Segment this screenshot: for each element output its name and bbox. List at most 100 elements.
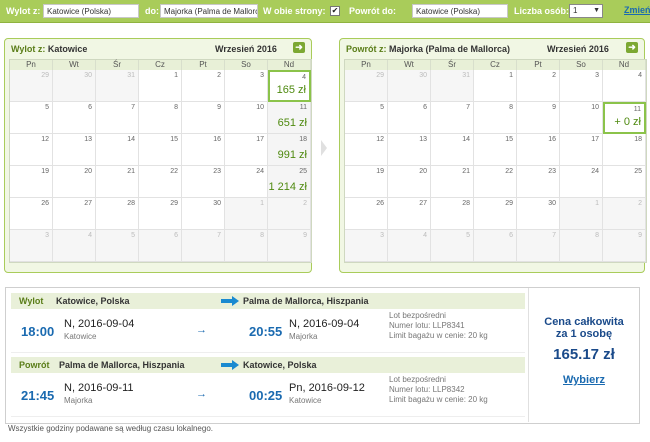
return-label: Powrót do: [349,6,396,16]
weekday-header: Wt [53,60,96,70]
persons-label: Liczba osób: [514,6,570,16]
from-input[interactable]: Katowice (Polska) [43,4,139,18]
day-number: 26 [376,200,384,207]
calendar-day: 17 [560,134,603,166]
calendar-day: 3 [560,70,603,102]
day-number: 7 [131,104,135,111]
calendar-day: 14 [96,134,139,166]
calendar-day: 6 [53,102,96,134]
next-month-arrow-icon[interactable]: ➜ [293,42,305,53]
calendar-day: 9 [182,102,225,134]
day-number: 4 [423,232,427,239]
day-number: 4 [88,232,92,239]
return-arrival-city: Katowice [289,396,322,405]
return-arrival-time: 00:25 [249,388,283,403]
day-number: 9 [303,232,307,239]
calendar-day: 30 [517,198,560,230]
calendar-day-priced[interactable]: 25 1 214 zł [268,166,311,198]
day-number: 12 [41,136,49,143]
choose-button[interactable]: Wybierz [529,374,639,386]
calendar-day: 7 [182,230,225,262]
calendar-day: 3 [10,230,53,262]
day-number: 31 [462,72,470,79]
weekday-header: So [560,60,603,70]
outbound-departure-city: Katowice [64,332,97,341]
calendar-day: 28 [96,198,139,230]
return-departure-date: N, 2016-09-11 [64,382,134,394]
day-number: 27 [419,200,427,207]
day-number: 8 [595,232,599,239]
calendar-day-priced[interactable]: 11 + 0 zł [603,102,646,134]
calendar-day: 16 [517,134,560,166]
day-number: 21 [462,168,470,175]
calendar-day-priced[interactable]: 11 651 zł [268,102,311,134]
calendar-day: 1 [474,70,517,102]
day-number: 2 [303,200,307,207]
calendar-day: 1 [560,198,603,230]
calendar-day: 18 [603,134,646,166]
calendar-day: 28 [431,198,474,230]
calendar-day: 26 [10,198,53,230]
arrow-right-icon: → [196,324,207,336]
day-number: 15 [505,136,513,143]
day-number: 29 [170,200,178,207]
calendar-day: 1 [225,198,268,230]
day-number: 1 [260,200,264,207]
day-price: 165 zł [276,84,306,96]
outbound-leg-details: 18:00 N, 2016-09-04 Katowice → 20:55 N, … [11,310,525,353]
return-input[interactable]: Katowice (Polska) [412,4,508,18]
change-link[interactable]: Zmień [624,5,650,15]
outbound-leg-label: Wylot [19,296,44,306]
return-title-prefix: Powrót z: [346,44,387,54]
calendar-day: 13 [53,134,96,166]
day-number: 3 [595,72,599,79]
day-number: 2 [217,72,221,79]
separator-arrow-icon [321,140,327,156]
calendar-day: 8 [139,102,182,134]
calendar-day: 5 [10,102,53,134]
outbound-direct-flight: Lot bezpośredni [389,311,446,320]
day-number: 2 [638,200,642,207]
to-input[interactable]: Majorka (Palma de Mallorca [160,4,258,18]
calendar-day: 10 [225,102,268,134]
day-number: 9 [552,104,556,111]
day-number: 12 [376,136,384,143]
calendar-day: 12 [10,134,53,166]
calendar-day: 6 [388,102,431,134]
day-number: 9 [638,232,642,239]
both-ways-label: W obie strony: [263,6,326,16]
outbound-month: Wrzesień 2016 [215,44,277,54]
outbound-calendar-title: Wylot z: Katowice [11,44,87,54]
weekday-header: Nd [603,60,646,70]
calendar-day: 12 [345,134,388,166]
weekday-header: Cz [139,60,182,70]
next-month-arrow-icon[interactable]: ➜ [626,42,638,53]
calendar-day: 5 [345,102,388,134]
day-number: 20 [84,168,92,175]
calendar-day: 6 [139,230,182,262]
day-number: 18 [299,136,307,143]
day-number: 3 [380,232,384,239]
calendar-day: 2 [603,198,646,230]
day-number: 28 [127,200,135,207]
outbound-arrival-date: N, 2016-09-04 [289,318,360,330]
persons-select[interactable]: 1 ▼ [569,4,603,18]
calendar-day: 4 [53,230,96,262]
day-number: 13 [84,136,92,143]
calendar-day-priced[interactable]: 18 991 zł [268,134,311,166]
both-ways-checkbox[interactable]: ✔ [330,6,340,16]
total-price-label-line1: Cena całkowita [544,316,624,328]
calendar-day: 29 [139,198,182,230]
day-number: 21 [127,168,135,175]
chevron-down-icon: ▼ [593,7,600,14]
outbound-title-city: Katowice [47,44,88,54]
day-number: 6 [88,104,92,111]
return-leg-to: Katowice, Polska [243,360,317,370]
calendar-day-priced[interactable]: 4 165 zł [268,70,311,102]
outbound-departure-date: N, 2016-09-04 [64,318,135,330]
calendar-day: 5 [96,230,139,262]
calendar-day: 2 [182,70,225,102]
outbound-calendar: Wylot z: Katowice Wrzesień 2016 ➜ Pn Wt Śr… [4,38,312,273]
day-number: 4 [638,72,642,79]
weekday-header: Pn [10,60,53,70]
